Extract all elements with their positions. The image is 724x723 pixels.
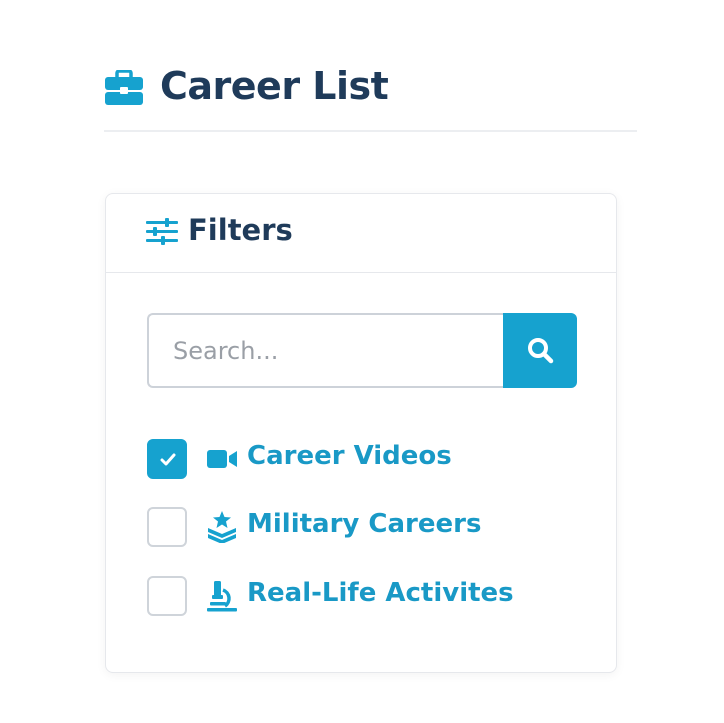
filter-option-career-videos[interactable]: Career Videos: [147, 439, 587, 479]
career-videos-checkbox[interactable]: [147, 439, 187, 479]
filters-title: Filters: [188, 213, 293, 247]
filter-option-label: Career Videos: [247, 441, 452, 471]
military-careers-checkbox[interactable]: [147, 507, 187, 547]
microscope-icon: [205, 580, 239, 612]
video-camera-icon: [205, 443, 239, 475]
filter-option-real-life-activities[interactable]: Real-Life Activites: [147, 576, 587, 616]
military-rank-icon: [205, 511, 239, 544]
checkmark-icon: [160, 453, 176, 466]
briefcase-icon: [104, 69, 144, 106]
filter-option-military-careers[interactable]: Military Careers: [147, 507, 587, 547]
filter-option-label: Real-Life Activites: [247, 578, 514, 608]
search-button[interactable]: [503, 313, 577, 388]
search-input[interactable]: [147, 313, 503, 388]
filters-header: Filters: [106, 194, 616, 273]
search-group: [147, 313, 577, 388]
sliders-icon: [146, 218, 178, 246]
filters-panel: Filters Career Videos: [105, 193, 617, 673]
real-life-activities-checkbox[interactable]: [147, 576, 187, 616]
page-header: Career List: [104, 62, 637, 132]
filter-option-label: Military Careers: [247, 509, 482, 539]
page-title: Career List: [160, 64, 389, 108]
